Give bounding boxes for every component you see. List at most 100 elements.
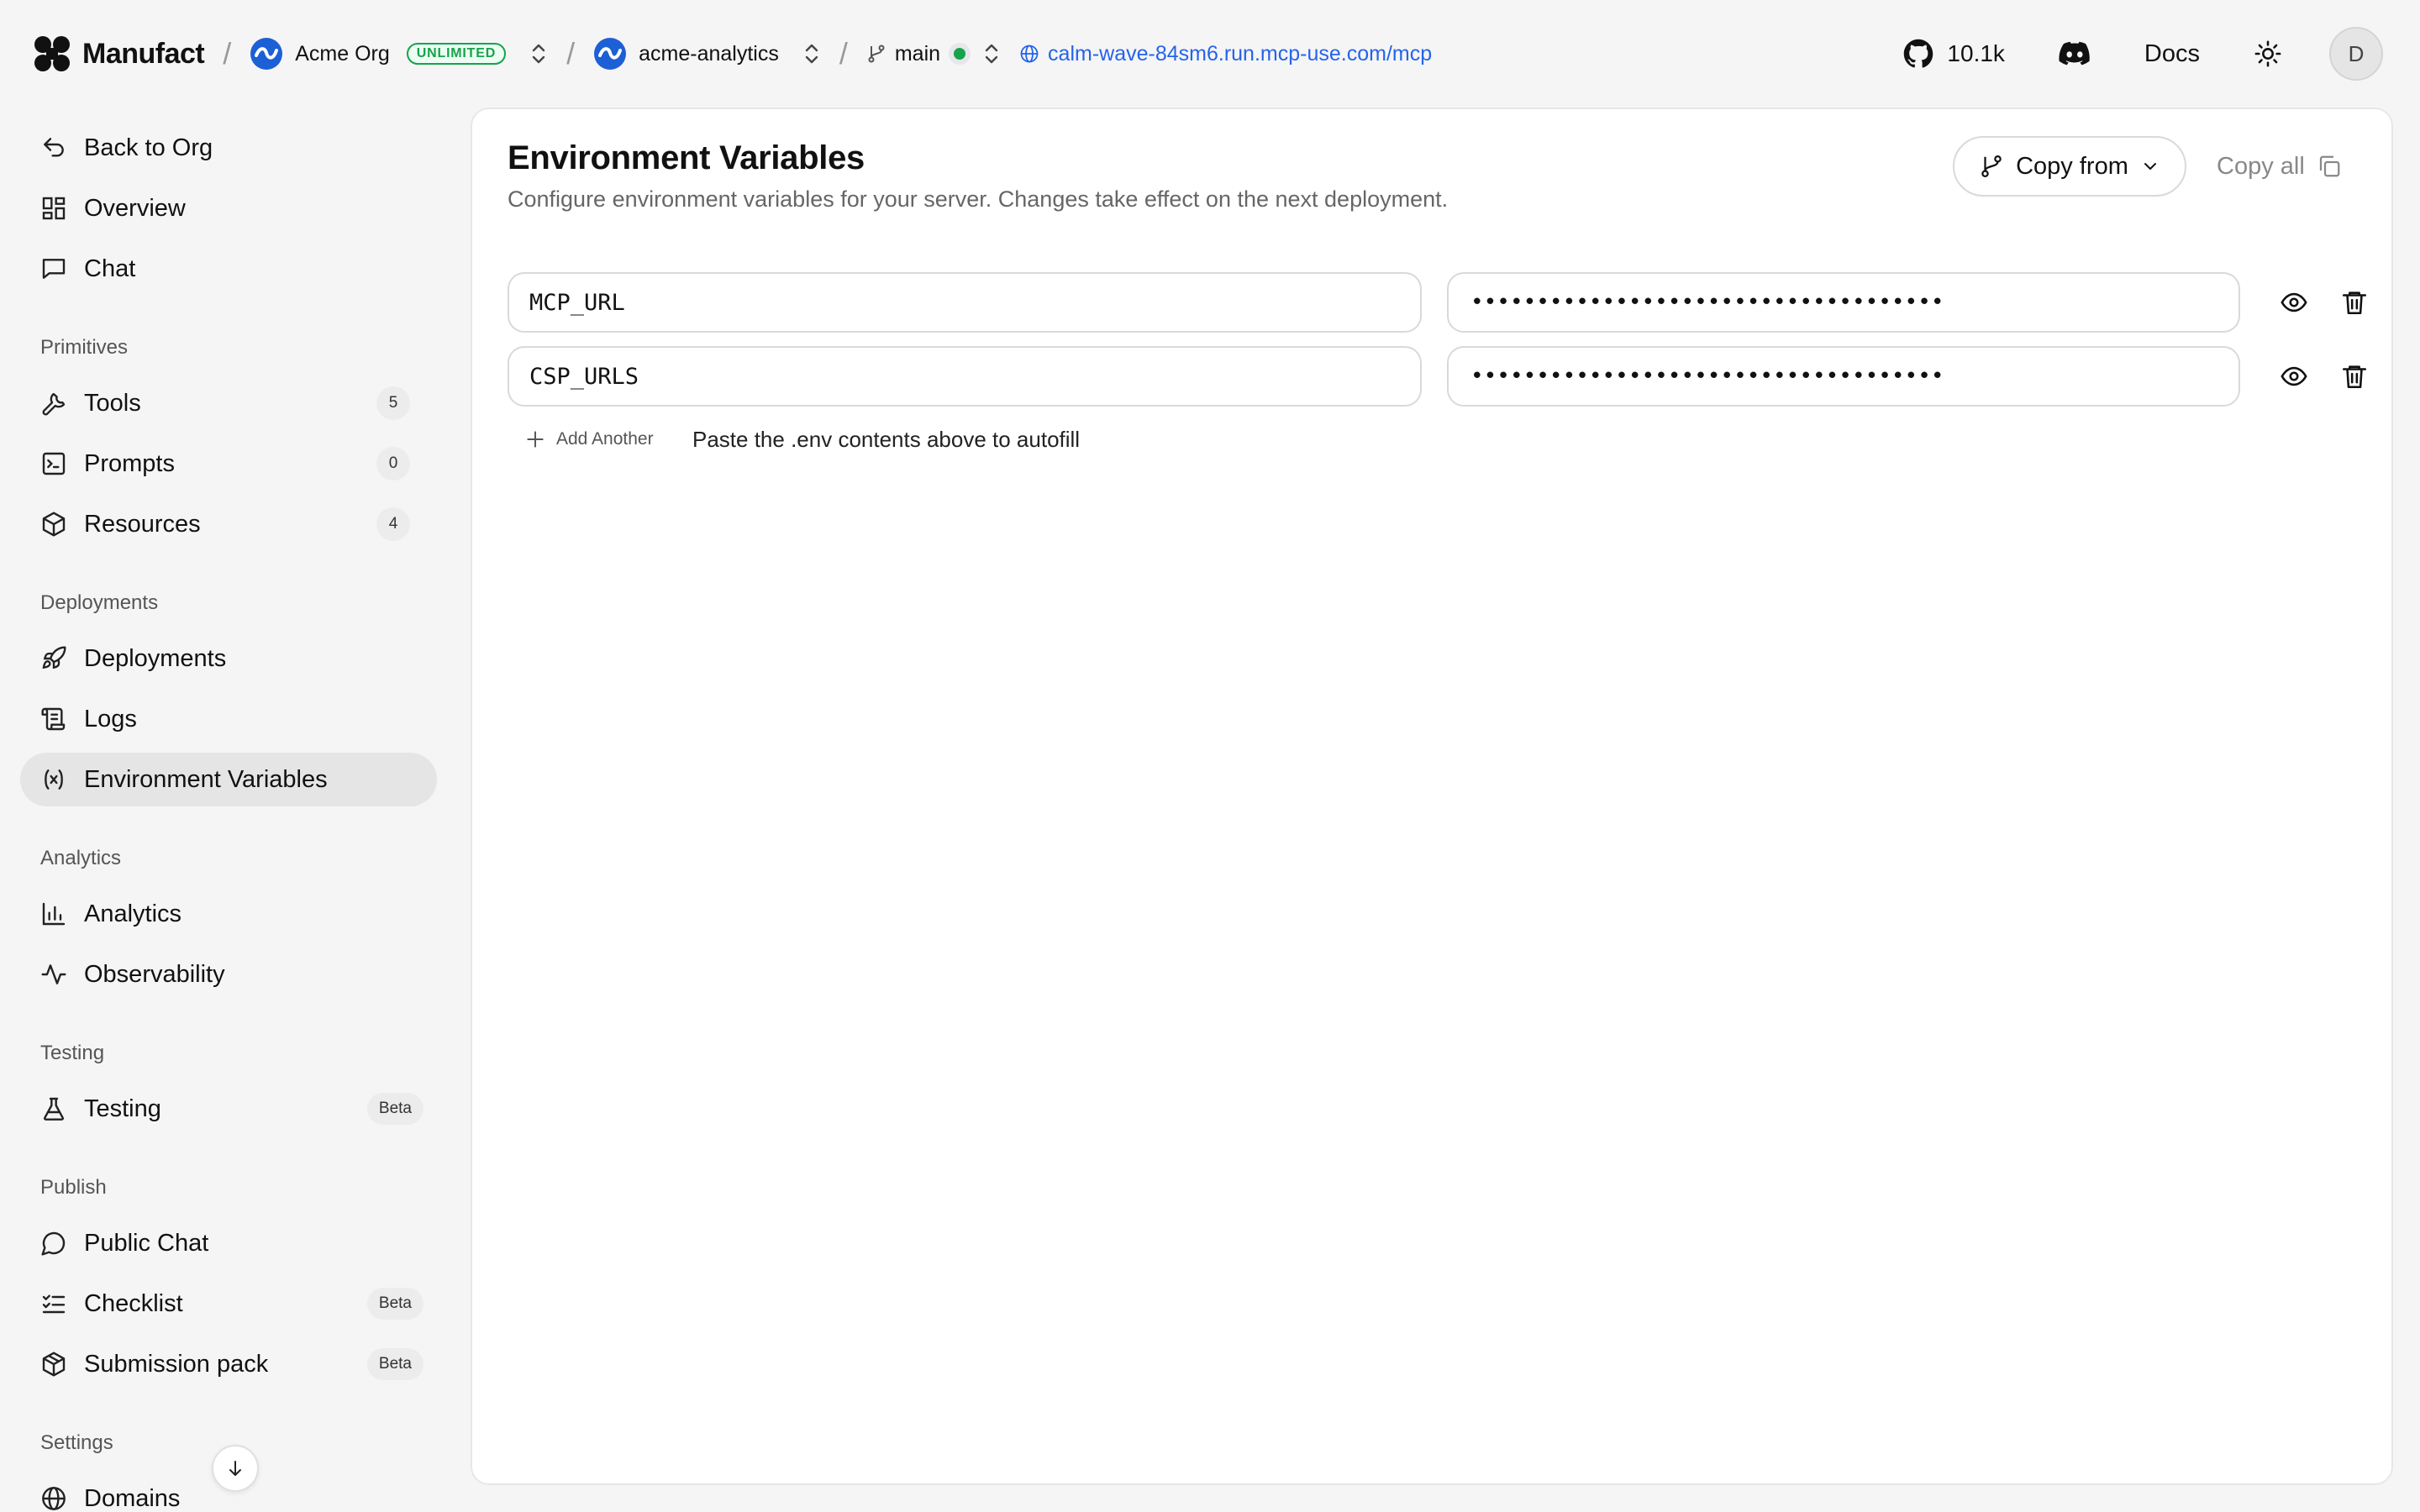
env-value-input[interactable]: •••••••••••••••••••••••••••••••••••• [1447,272,2240,333]
eye-icon [2281,292,2307,312]
arrow-down-icon [229,1461,241,1476]
github-link[interactable]: 10.1k [1903,39,2005,69]
paste-hint-text: Paste the .env contents above to autofil… [692,427,1081,452]
deploy-status-dot [949,43,971,65]
eye-icon [2281,366,2307,386]
trash-icon [2342,365,2367,389]
reveal-value-button[interactable] [2279,287,2309,318]
sidebar-item-label: Resources [84,510,201,538]
server-url-text: calm-wave-84sm6.run.mcp-use.com/mcp [1048,41,1433,66]
undo-arrow-icon [44,138,64,157]
section-label-publish: Publish [40,1176,107,1199]
sidebar-item-label: Testing [84,1095,161,1122]
sidebar-item-tools[interactable]: Tools 5 [20,376,437,430]
tools-count-badge: 5 [376,386,410,420]
sidebar-item-chat[interactable]: Chat [20,242,437,296]
sidebar-item-public-chat[interactable]: Public Chat [20,1216,437,1270]
page-description: Configure environment variables for your… [508,186,1449,212]
docs-link[interactable]: Docs [2144,40,2200,68]
sidebar-item-label: Analytics [84,900,182,927]
resources-count-badge: 4 [376,507,410,541]
server-url-link[interactable]: calm-wave-84sm6.run.mcp-use.com/mcp [1019,42,1432,66]
user-avatar[interactable]: D [2329,27,2383,81]
env-key-input[interactable]: MCP_URL [508,272,1422,333]
project-switcher[interactable]: acme-analytics [593,37,821,71]
page-title: Environment Variables [508,139,865,176]
globe-icon [1020,45,1039,63]
plus-icon [527,431,544,448]
env-var-row: CSP_URLS •••••••••••••••••••••••••••••••… [508,346,2370,407]
copy-from-button[interactable]: Copy from [1953,136,2186,197]
scroll-down-button[interactable] [212,1445,259,1492]
delete-row-button[interactable] [2339,287,2370,318]
sidebar-item-overview[interactable]: Overview [20,181,437,235]
section-label-deployments: Deployments [40,591,159,614]
copy-all-label: Copy all [2217,152,2305,180]
sidebar-item-resources[interactable]: Resources 4 [20,497,437,551]
add-another-button[interactable]: Add Another [524,428,654,450]
sidebar-item-label: Checklist [84,1289,183,1317]
git-branch-icon [1981,155,2002,177]
chevron-updown-icon[interactable] [802,41,821,66]
sun-icon [2254,40,2281,67]
branch-switcher[interactable]: main [866,41,1001,66]
section-label-analytics: Analytics [40,847,122,869]
sidebar-item-label: Environment Variables [84,765,328,793]
sidebar-item-label: Chat [84,255,136,282]
copy-icon [2319,155,2340,177]
copy-from-label: Copy from [2016,152,2128,180]
sidebar-item-environment-variables[interactable]: Environment Variables [20,753,437,806]
theme-toggle[interactable] [2254,39,2282,68]
sidebar-item-observability[interactable]: Observability [20,948,437,1001]
sidebar-item-label: Logs [84,705,137,732]
dashboard-icon [42,197,66,220]
package-check-icon [42,1352,66,1377]
rocket-icon [42,646,66,669]
env-value-input[interactable]: •••••••••••••••••••••••••••••••••••• [1447,346,2240,407]
sidebar-item-label: Public Chat [84,1229,209,1257]
env-var-row: MCP_URL ••••••••••••••••••••••••••••••••… [508,272,2370,333]
sidebar-item-label: Prompts [84,449,175,477]
project-name: acme-analytics [639,41,779,66]
git-branch-icon [868,45,885,63]
beta-badge: Beta [366,1288,424,1320]
sidebar-item-submission-pack[interactable]: Submission pack Beta [20,1337,437,1391]
sidebar-item-checklist[interactable]: Checklist Beta [20,1277,437,1331]
chevron-updown-icon[interactable] [529,41,548,66]
sidebar-item-deployments[interactable]: Deployments [20,632,437,685]
sidebar-item-testing[interactable]: Testing Beta [20,1082,437,1136]
wrench-icon [42,392,66,416]
sidebar-item-label: Deployments [84,644,227,672]
discord-link[interactable] [2059,41,2091,66]
flask-icon [43,1097,65,1121]
sidebar-item-label: Observability [84,960,225,988]
github-icon [1904,39,1933,68]
sidebar-item-back-to-org[interactable]: Back to Org [20,121,437,175]
list-checks-icon [42,1294,66,1314]
sidebar-nav: Back to Org Overview Chat Primitives Too… [0,0,454,1512]
prompts-count-badge: 0 [376,447,410,480]
chat-square-icon [42,259,66,279]
delete-row-button[interactable] [2339,361,2370,391]
sidebar-item-prompts[interactable]: Prompts 0 [20,437,437,491]
activity-icon [41,964,66,984]
sidebar-item-label: Overview [84,194,186,222]
reveal-value-button[interactable] [2279,361,2309,391]
sidebar-item-label: Tools [84,389,141,417]
sidebar-item-logs[interactable]: Logs [20,692,437,746]
env-key-input[interactable]: CSP_URLS [508,346,1422,407]
section-label-testing: Testing [40,1042,105,1064]
sidebar-item-label: Back to Org [84,134,213,161]
sidebar-item-label: Domains [84,1484,181,1512]
trash-icon [2342,291,2367,315]
variable-icon [45,769,63,790]
section-label-settings: Settings [40,1431,113,1454]
discord-icon [2059,41,2090,66]
bar-chart-icon [42,902,66,926]
terminal-square-icon [42,452,66,475]
branch-name: main [894,41,941,66]
section-label-primitives: Primitives [40,336,129,359]
chevron-updown-icon[interactable] [982,41,1001,66]
copy-all-button[interactable]: Copy all [2217,136,2342,197]
sidebar-item-analytics[interactable]: Analytics [20,887,437,941]
